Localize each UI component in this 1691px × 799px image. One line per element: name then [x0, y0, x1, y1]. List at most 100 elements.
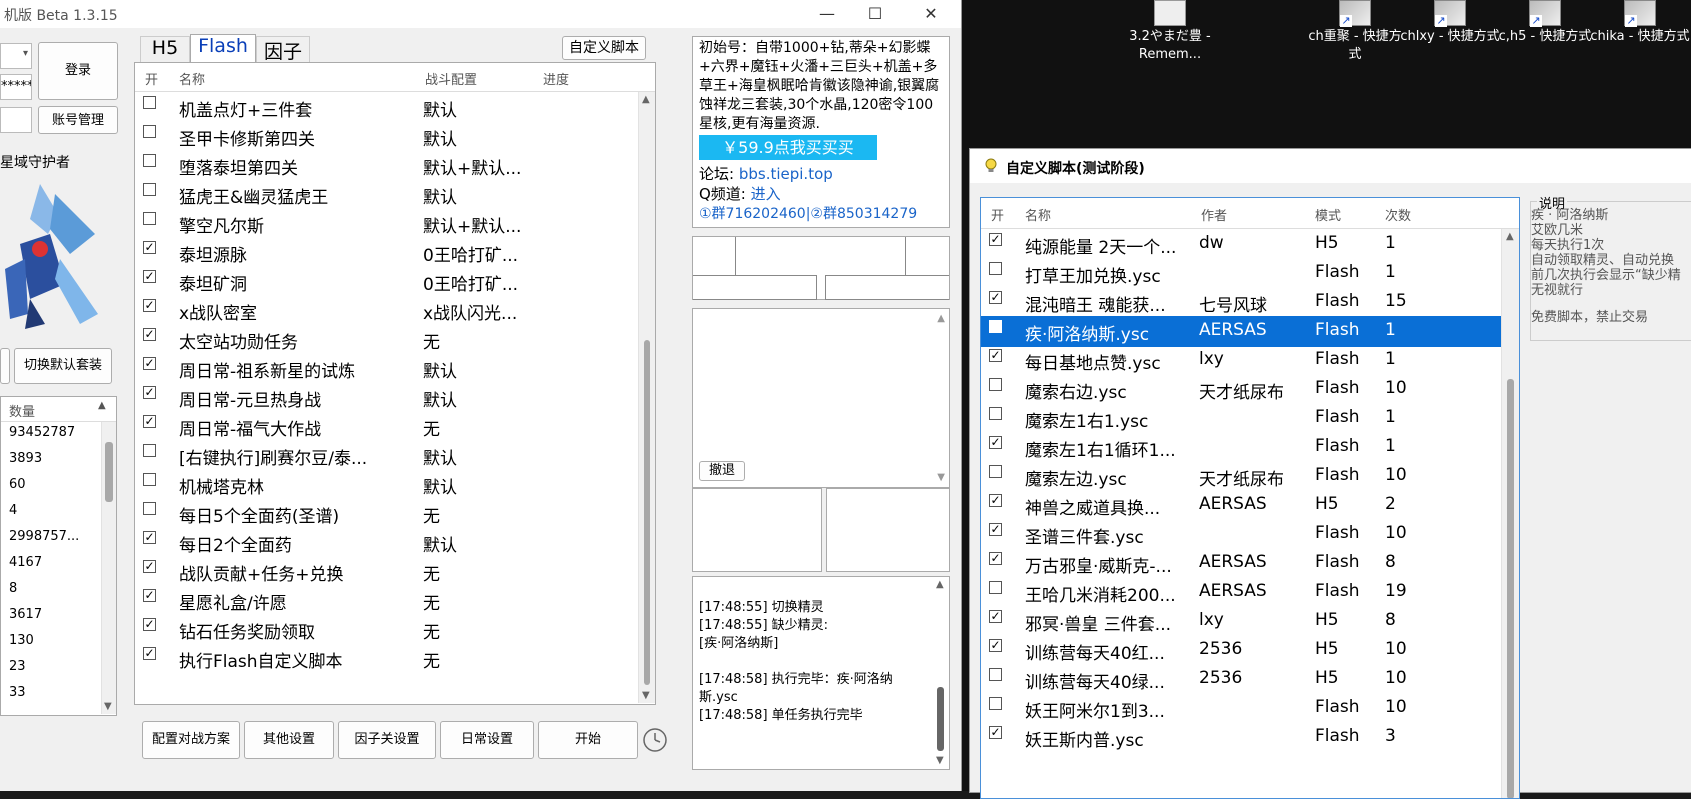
script-checkbox[interactable]: ✓: [989, 494, 1002, 507]
script-checkbox[interactable]: ✓: [989, 320, 1002, 333]
script-row[interactable]: 妖王阿米尔1到3... Flash 10: [981, 693, 1517, 724]
script-row[interactable]: ✓ 混沌暗王 魂能获... 七号风球 Flash 15: [981, 287, 1517, 318]
item-count-row[interactable]: 3617: [9, 607, 42, 622]
switch-default-suit-button[interactable]: 切换默认套装: [14, 348, 112, 384]
script-row[interactable]: 打草王加兑换.ysc Flash 1: [981, 258, 1517, 289]
item-list-scrollbar[interactable]: ▼: [101, 422, 116, 714]
task-row[interactable]: ✓ 执行Flash自定义脚本 无: [135, 643, 635, 674]
task-row[interactable]: ✓ 泰坦源脉 0王哈打矿...: [135, 237, 635, 268]
task-checkbox[interactable]: [143, 183, 156, 196]
desktop-icon-chlxy[interactable]: chlxy - 快捷方式: [1400, 0, 1500, 46]
minimize-button[interactable]: —: [803, 0, 851, 28]
buy-button[interactable]: ￥59.9点我买买买: [699, 135, 877, 160]
script-checkbox[interactable]: [989, 697, 1002, 710]
custom-script-button[interactable]: 自定义脚本: [562, 36, 646, 60]
task-checkbox[interactable]: ✓: [143, 531, 156, 544]
task-checkbox[interactable]: [143, 125, 156, 138]
task-row[interactable]: 圣甲卡修斯第四关 默认: [135, 121, 635, 152]
script-checkbox[interactable]: ✓: [989, 610, 1002, 623]
item-count-row[interactable]: 3893: [9, 451, 42, 466]
chevron-down-icon[interactable]: ▼: [937, 472, 945, 483]
script-row[interactable]: ✓ 妖王斯内普.ysc Flash 3: [981, 722, 1517, 753]
chevron-down-icon[interactable]: ▼: [642, 690, 650, 701]
tab-flash[interactable]: Flash: [190, 34, 256, 64]
script-row[interactable]: ✓ 圣谱三件套.ysc Flash 10: [981, 519, 1517, 550]
script-checkbox[interactable]: ✓: [989, 291, 1002, 304]
title-bar[interactable]: 机版 Beta 1.3.15 — ☐ ✕: [0, 0, 961, 28]
task-row[interactable]: ✓ 每日2个全面药 默认: [135, 527, 635, 558]
task-checkbox[interactable]: [143, 473, 156, 486]
log-panel[interactable]: [17:48:55] 切换精灵 [17:48:55] 缺少精灵: [疾·阿洛纳斯] …: [692, 576, 950, 770]
script-row[interactable]: ✓ 疾·阿洛纳斯.ysc AERSAS Flash 1: [981, 316, 1517, 347]
item-count-row[interactable]: 4: [9, 503, 17, 518]
item-count-row[interactable]: 2998757...: [9, 529, 79, 544]
item-count-list[interactable]: 数量 ▲ 93452787 3893 60 4 2998757... 4167 8 3617 1…: [0, 396, 117, 716]
task-row[interactable]: ✓ 战队贡献+任务+兑换 无: [135, 556, 635, 587]
script-window-titlebar[interactable]: 自定义脚本(测试阶段): [970, 149, 1691, 183]
script-checkbox[interactable]: ✓: [989, 436, 1002, 449]
task-checkbox[interactable]: [143, 154, 156, 167]
task-row[interactable]: ✓ 太空站功勋任务 无: [135, 324, 635, 355]
clock-icon[interactable]: [642, 727, 668, 753]
task-checkbox[interactable]: ✓: [143, 270, 156, 283]
item-count-row[interactable]: 93452787: [9, 425, 75, 440]
scrollbar-thumb[interactable]: [644, 340, 650, 685]
script-row[interactable]: 王哈几米消耗200... AERSAS Flash 19: [981, 577, 1517, 608]
task-checkbox[interactable]: [143, 212, 156, 225]
script-checkbox[interactable]: [989, 668, 1002, 681]
retreat-button[interactable]: 撤退: [699, 461, 745, 481]
script-row[interactable]: ✓ 每日基地点赞.ysc lxy Flash 1: [981, 345, 1517, 376]
chevron-up-icon[interactable]: ▲: [1506, 231, 1514, 242]
script-checkbox[interactable]: [989, 465, 1002, 478]
task-checkbox[interactable]: [143, 96, 156, 109]
item-count-row[interactable]: 130: [9, 633, 34, 648]
script-row[interactable]: 训练营每天40绿... 2536 H5 10: [981, 664, 1517, 695]
log-scrollbar[interactable]: ▲ ▼: [933, 577, 948, 768]
chevron-up-icon[interactable]: ▲: [642, 94, 650, 105]
scrollbar-thumb[interactable]: [105, 442, 113, 502]
task-row[interactable]: [右键执行]刷赛尔豆/泰... 默认: [135, 440, 635, 471]
script-checkbox[interactable]: ✓: [989, 233, 1002, 246]
scrollbar-thumb[interactable]: [937, 687, 944, 751]
extra-field[interactable]: [0, 107, 32, 133]
task-list[interactable]: 开 名称 战斗配置 进度 机盖点灯+三件套 默认 圣甲卡修斯第四关 默认 堕落泰坦第四关…: [134, 62, 656, 705]
task-row[interactable]: 猛虎王&幽灵猛虎王 默认: [135, 179, 635, 210]
desktop-icon-remember[interactable]: 3.2やまだ豊 - Remem...: [1120, 0, 1220, 64]
password-field[interactable]: *****: [0, 74, 32, 100]
task-checkbox[interactable]: ✓: [143, 299, 156, 312]
script-row[interactable]: ✓ 魔索左1右1循环1... Flash 1: [981, 432, 1517, 463]
username-field[interactable]: ▾: [0, 43, 32, 69]
task-row[interactable]: 堕落泰坦第四关 默认+默认...: [135, 150, 635, 181]
task-checkbox[interactable]: ✓: [143, 415, 156, 428]
account-management-button[interactable]: 账号管理: [38, 106, 118, 134]
script-list[interactable]: 开 名称 作者 模式 次数 ✓ 纯源能量 2天一个... dw H5 1 打草王加兑换.y…: [980, 197, 1520, 799]
script-checkbox[interactable]: [989, 407, 1002, 420]
factor-settings-button[interactable]: 因子关设置: [338, 721, 436, 759]
desktop-icon-ch5[interactable]: c,h5 - 快捷方式: [1495, 0, 1595, 46]
script-checkbox[interactable]: ✓: [989, 639, 1002, 652]
script-checkbox[interactable]: [989, 262, 1002, 275]
script-row[interactable]: 魔索右边.ysc 天才纸尿布 Flash 10: [981, 374, 1517, 405]
task-checkbox[interactable]: ✓: [143, 618, 156, 631]
script-list-scrollbar[interactable]: ▲: [1501, 229, 1519, 798]
forum-link[interactable]: bbs.tiepi.top: [739, 165, 833, 183]
qchannel-link[interactable]: 进入: [751, 185, 781, 203]
close-button[interactable]: ✕: [907, 0, 955, 28]
start-button[interactable]: 开始: [538, 721, 638, 759]
item-count-row[interactable]: 8: [9, 581, 17, 596]
script-row[interactable]: ✓ 神兽之威道具换... AERSAS H5 2: [981, 490, 1517, 521]
task-row[interactable]: ✓ 周日常-祖系新星的试炼 默认: [135, 353, 635, 384]
task-row[interactable]: ✓ 钻石任务奖励领取 无: [135, 614, 635, 645]
chevron-up-icon[interactable]: ▲: [937, 313, 945, 324]
task-checkbox[interactable]: ✓: [143, 386, 156, 399]
item-count-row[interactable]: 4167: [9, 555, 42, 570]
task-row[interactable]: ✓ 星愿礼盒/许愿 无: [135, 585, 635, 616]
skill-panel-left[interactable]: [692, 488, 822, 572]
task-checkbox[interactable]: ✓: [143, 241, 156, 254]
script-checkbox[interactable]: ✓: [989, 523, 1002, 536]
task-row[interactable]: ✓ 泰坦矿洞 0王哈打矿...: [135, 266, 635, 297]
desktop-icon-ch[interactable]: ch重聚 - 快捷方式: [1305, 0, 1405, 64]
task-row[interactable]: 机盖点灯+三件套 默认: [135, 92, 635, 123]
side-button[interactable]: [0, 348, 10, 384]
login-button[interactable]: 登录: [38, 42, 118, 100]
